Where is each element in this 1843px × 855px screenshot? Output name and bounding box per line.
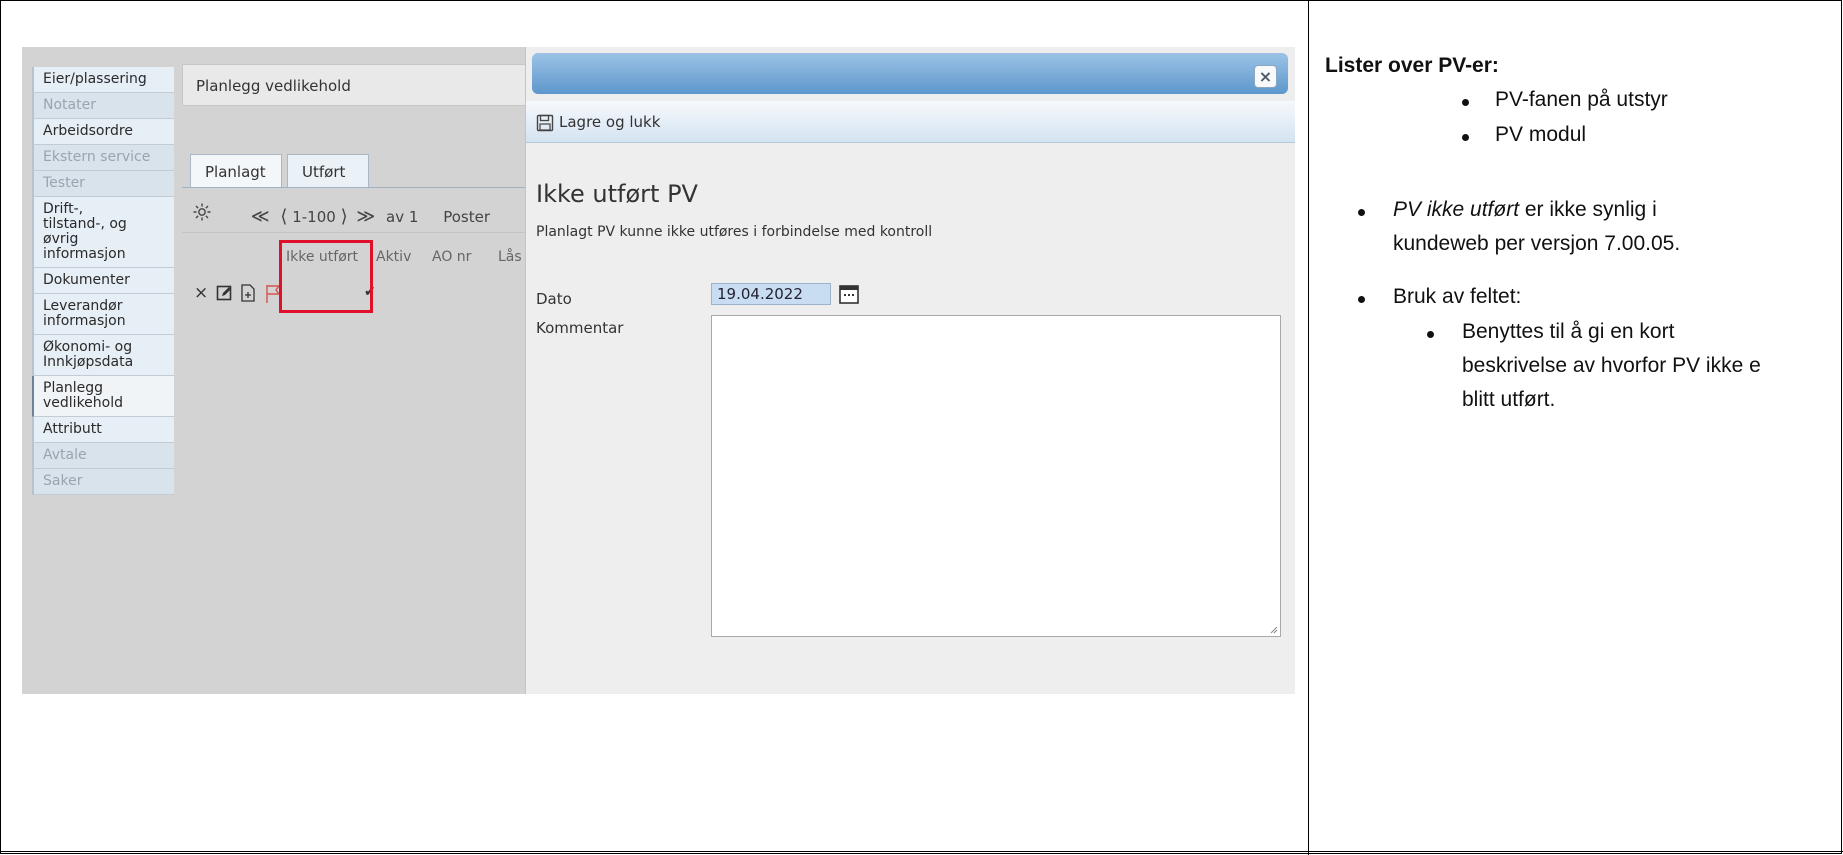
note-line: PV ikke utført er ikke synlig i — [1393, 198, 1657, 222]
sidebar: Eier/plassering Notater Arbeidsordre Ekster… — [32, 67, 174, 495]
note-text: er ikke synlig i — [1519, 198, 1657, 221]
comment-textarea[interactable] — [711, 315, 1281, 637]
note-line: Bruk av feltet: — [1393, 285, 1522, 308]
sidebar-item[interactable]: Økonomi- og Innkjøpsdata — [32, 335, 174, 376]
prev-page-icon[interactable]: ⟨ — [280, 206, 287, 227]
sub-note-line: Benyttes til å gi en kort — [1462, 320, 1675, 343]
column-divider — [1308, 0, 1309, 855]
toolbar-divider — [182, 232, 544, 233]
sidebar-item[interactable]: Saker — [32, 469, 174, 495]
date-label: Dato — [536, 290, 572, 308]
highlight-box — [279, 240, 373, 313]
save-label: Lagre og lukk — [559, 113, 661, 131]
pager: ≪ ⟨ 1-100 ⟩ ≫ av 1 Poster — [192, 202, 490, 227]
dialog-toolbar: Lagre og lukk — [526, 101, 1295, 143]
bullet-icon — [1358, 209, 1365, 216]
sidebar-item[interactable]: Planlegg vedlikehold — [32, 376, 174, 417]
notes-title: Lister over PV-er: — [1325, 54, 1499, 77]
sidebar-item[interactable]: Tester — [32, 171, 174, 197]
last-page-icon[interactable]: ≫ — [356, 206, 375, 227]
dialog-heading: Ikke utført PV — [536, 180, 698, 208]
sidebar-item[interactable]: Dokumenter — [32, 268, 174, 294]
new-document-icon[interactable] — [240, 284, 256, 306]
settings-gear-icon[interactable] — [192, 202, 232, 226]
date-field[interactable]: 19.04.2022 — [711, 283, 831, 305]
column-aktiv[interactable]: Aktiv — [376, 249, 411, 265]
bottom-rule — [0, 851, 1843, 852]
save-disk-icon — [536, 114, 554, 131]
save-and-close-button[interactable]: Lagre og lukk — [536, 110, 660, 134]
calendar-icon[interactable] — [838, 283, 860, 305]
sidebar-item[interactable]: Ekstern service — [32, 145, 174, 171]
list-item: PV modul — [1495, 123, 1587, 146]
sidebar-item[interactable]: Notater — [32, 93, 174, 119]
tab-utfort[interactable]: Utført — [287, 154, 369, 188]
page-range: 1-100 — [292, 208, 336, 226]
comment-label: Kommentar — [536, 319, 624, 337]
bullet-icon — [1462, 99, 1469, 106]
emphasis-text: PV ikke utført — [1393, 198, 1520, 221]
first-page-icon[interactable]: ≪ — [251, 206, 270, 227]
app-screenshot: Eier/plassering Notater Arbeidsordre Ekster… — [22, 47, 1295, 694]
sidebar-item[interactable]: Eier/plassering — [32, 67, 174, 93]
bullet-icon — [1358, 296, 1365, 303]
tab-planlagt[interactable]: Planlagt — [190, 154, 282, 188]
sidebar-item[interactable]: Leverandør informasjon — [32, 294, 174, 335]
page-title: Planlegg vedlikehold — [182, 64, 542, 106]
close-icon[interactable]: × — [1254, 65, 1277, 88]
poster-label: Poster — [443, 208, 490, 226]
column-ao-nr[interactable]: AO nr — [432, 249, 471, 265]
list-item: PV-fanen på utstyr — [1495, 88, 1668, 111]
edit-icon[interactable] — [216, 284, 234, 306]
ikke-utfort-dialog: × Lagre og lukk Ikke utført PV Planlagt … — [525, 47, 1295, 694]
page-count: av 1 — [386, 208, 419, 226]
sidebar-item[interactable]: Arbeidsordre — [32, 119, 174, 145]
bullet-icon — [1462, 134, 1469, 141]
bullet-icon — [1427, 331, 1434, 338]
note-line: kundeweb per versjon 7.00.05. — [1393, 232, 1681, 255]
next-page-icon[interactable]: ⟩ — [341, 206, 348, 227]
sub-note-line: blitt utført. — [1462, 388, 1556, 411]
sidebar-item[interactable]: Drift-, tilstand-, og øvrig informasjon — [32, 197, 174, 268]
dialog-subtitle: Planlagt PV kunne ikke utføres i forbind… — [536, 224, 933, 240]
sidebar-item[interactable]: Avtale — [32, 443, 174, 469]
resize-handle-icon[interactable] — [1268, 624, 1278, 634]
sub-note-line: beskrivelse av hvorfor PV ikke e — [1462, 354, 1761, 377]
delete-x-icon[interactable]: × — [194, 283, 208, 303]
tab-underline — [182, 187, 544, 188]
sidebar-item[interactable]: Attributt — [32, 417, 174, 443]
column-las[interactable]: Lås — [498, 249, 522, 265]
dialog-titlebar: × — [532, 53, 1288, 94]
